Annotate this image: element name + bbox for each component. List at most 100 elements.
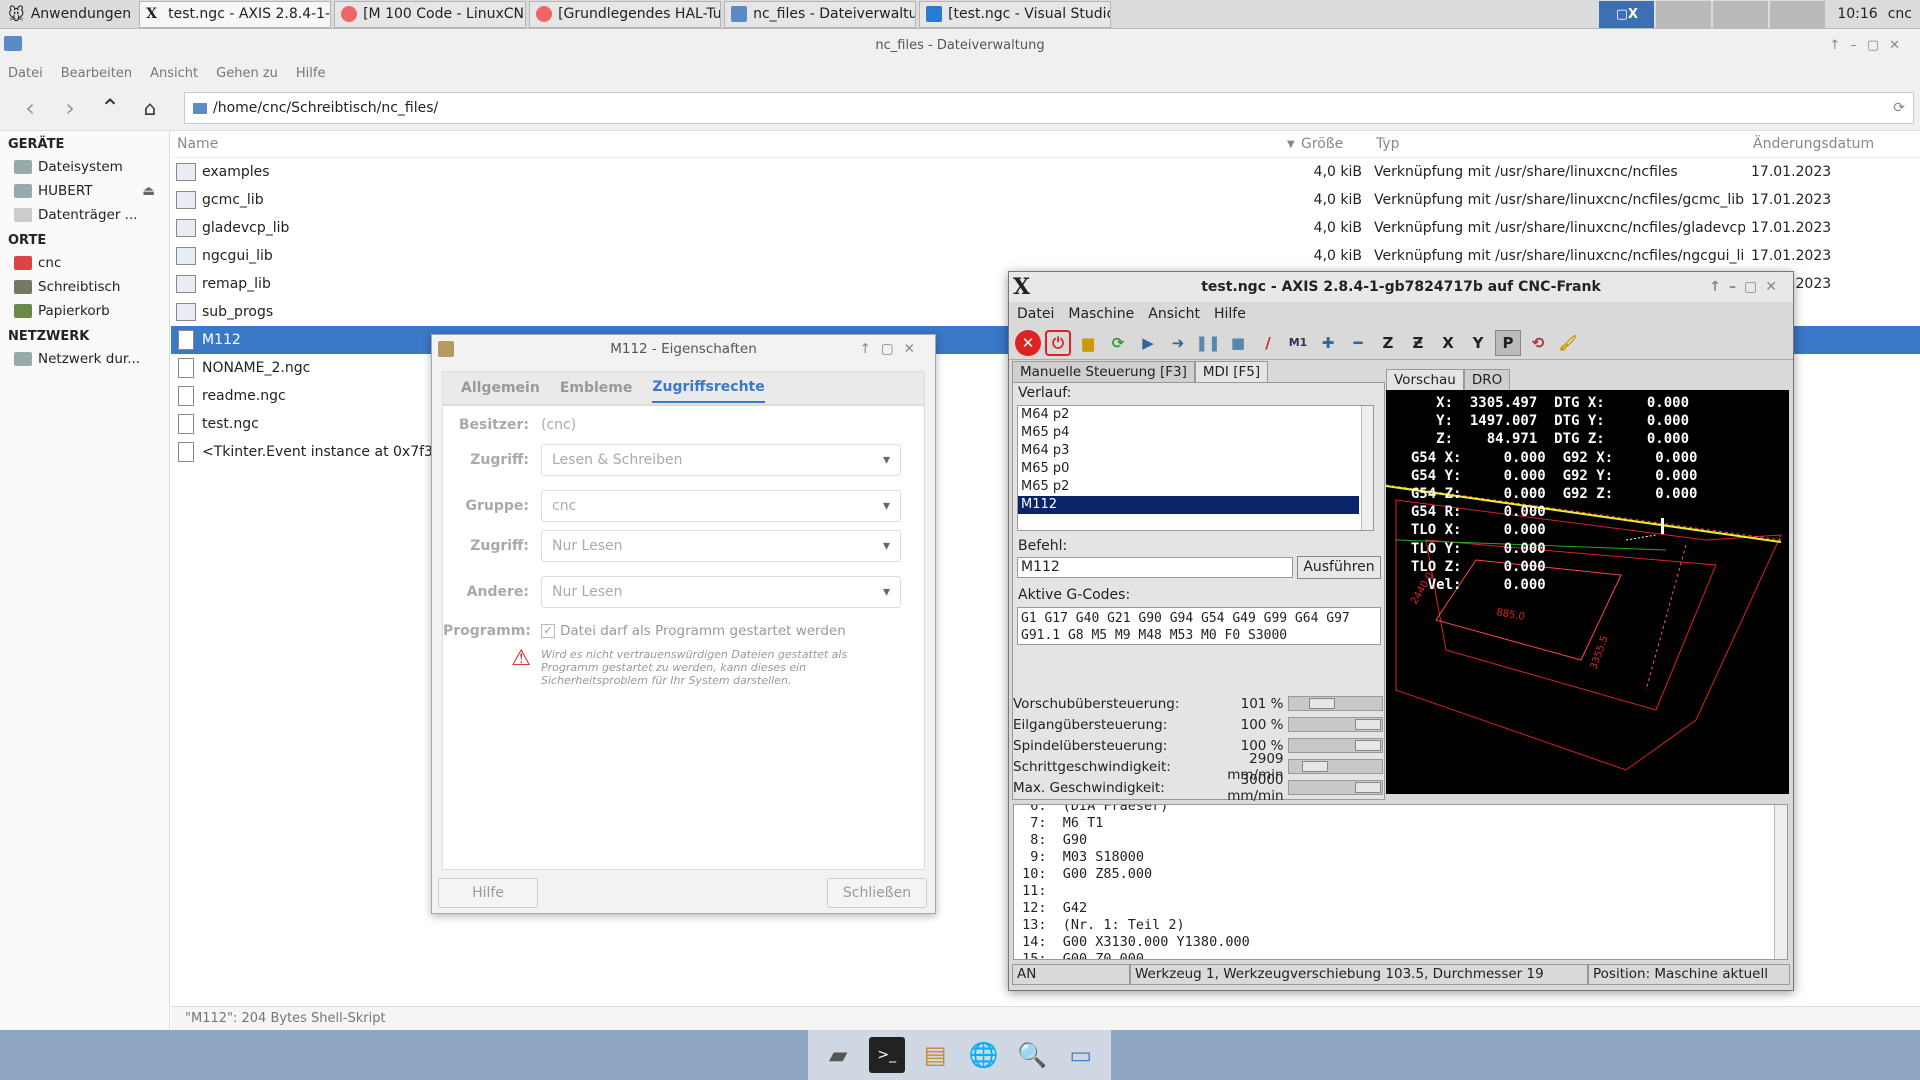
- override-slider[interactable]: [1287, 780, 1383, 795]
- power-icon[interactable]: ⏻: [1045, 329, 1071, 356]
- code-line[interactable]: 6: (DIA Fraeser): [1014, 805, 1787, 815]
- command-input[interactable]: M112: [1017, 557, 1293, 578]
- run-icon[interactable]: ▶: [1135, 330, 1161, 356]
- terminal-icon[interactable]: >_: [868, 1037, 905, 1073]
- clear-plot-icon[interactable]: 🖌: [1555, 330, 1581, 356]
- code-line[interactable]: 14: G00 X3130.000 Y1380.000: [1014, 934, 1787, 951]
- code-line[interactable]: 7: M6 T1: [1014, 815, 1787, 832]
- code-line[interactable]: 13: (Nr. 1: Teil 2): [1014, 917, 1787, 934]
- stop-icon[interactable]: ■: [1225, 330, 1251, 356]
- estop-icon[interactable]: ✕: [1015, 329, 1041, 356]
- applications-menu[interactable]: 🐭 Anwendungen: [0, 0, 139, 29]
- owner-access-select[interactable]: Lesen & Schreiben: [541, 444, 901, 476]
- user-name[interactable]: cnc: [1888, 6, 1912, 22]
- reload-icon[interactable]: ⟳: [1105, 330, 1131, 356]
- window-controls[interactable]: ↑▢✕: [860, 341, 925, 357]
- window-controls[interactable]: ↑–▢✕: [1709, 279, 1785, 295]
- code-scrollbar[interactable]: [1774, 805, 1787, 959]
- run-mdi-button[interactable]: Ausführen: [1297, 556, 1381, 579]
- view-y-icon[interactable]: Y: [1465, 330, 1491, 356]
- tab-dro[interactable]: DRO: [1463, 369, 1511, 390]
- file-cabinet-icon[interactable]: ▤: [917, 1037, 953, 1073]
- col-name[interactable]: Name: [171, 136, 1295, 152]
- axis-menu-datei[interactable]: Datei: [1017, 306, 1054, 322]
- override-slider[interactable]: [1287, 717, 1383, 732]
- back-icon[interactable]: ‹: [14, 92, 46, 124]
- sidebar-item-cnc[interactable]: cnc: [0, 251, 169, 275]
- task-axis[interactable]: Xtest.ngc - AXIS 2.8.4-1-...: [139, 0, 332, 28]
- history-scrollbar[interactable]: [1361, 406, 1373, 530]
- open-file-icon[interactable]: ▆: [1075, 330, 1101, 356]
- view-z-icon[interactable]: Z: [1375, 330, 1401, 356]
- preview-canvas[interactable]: 885.0 2440.0 3355.5 X: 3305.497 DTG X: 0…: [1385, 390, 1789, 794]
- col-type[interactable]: Typ: [1370, 136, 1747, 152]
- sidebar-item-datentraeger[interactable]: Datenträger ...: [0, 203, 169, 227]
- step-icon[interactable]: ➜: [1165, 330, 1191, 356]
- menu-ansicht[interactable]: Ansicht: [150, 66, 198, 81]
- up-icon[interactable]: ⌃: [94, 92, 126, 124]
- axis-menu-maschine[interactable]: Maschine: [1068, 306, 1134, 322]
- code-line[interactable]: 12: G42: [1014, 900, 1787, 917]
- code-line[interactable]: 10: G00 Z85.000: [1014, 866, 1787, 883]
- history-list[interactable]: M64 p2 M65 p4 M64 p3 M65 p0 M65 p2 M112: [1017, 405, 1374, 531]
- override-slider[interactable]: [1287, 759, 1383, 774]
- menu-gehen-zu[interactable]: Gehen zu: [216, 66, 278, 81]
- forward-icon[interactable]: ›: [54, 92, 86, 124]
- view-x-icon[interactable]: X: [1435, 330, 1461, 356]
- override-slider[interactable]: [1287, 696, 1383, 711]
- slider-knob[interactable]: [1354, 719, 1381, 730]
- close-button[interactable]: Schließen: [827, 878, 927, 908]
- folder-icon[interactable]: ▭: [1063, 1037, 1099, 1073]
- view-p-icon[interactable]: P: [1495, 329, 1521, 356]
- zoom-out-icon[interactable]: ━: [1345, 330, 1371, 356]
- slider-knob[interactable]: [1301, 761, 1328, 772]
- window-controls[interactable]: ↑–▢✕: [1829, 38, 1910, 53]
- history-item[interactable]: M64 p2: [1018, 406, 1373, 424]
- gcode-listing[interactable]: 6: (DIA Fraeser) 7: M6 T1 8: G90 9: M03 …: [1013, 804, 1788, 960]
- task-vscode[interactable]: [test.ngc - Visual Studio ...: [919, 0, 1112, 28]
- rotate-icon[interactable]: ⟲: [1525, 330, 1551, 356]
- view-z2-icon[interactable]: Ƶ: [1405, 330, 1431, 356]
- override-slider[interactable]: [1287, 738, 1383, 753]
- zoom-in-icon[interactable]: ✚: [1315, 330, 1341, 356]
- history-item[interactable]: M65 p4: [1018, 424, 1373, 442]
- code-line[interactable]: 8: G90: [1014, 832, 1787, 849]
- pause-icon[interactable]: ❚❚: [1195, 330, 1221, 356]
- code-line[interactable]: 11:: [1014, 883, 1787, 900]
- optional-stop-icon[interactable]: M1: [1285, 330, 1311, 356]
- workspace-4[interactable]: [1770, 0, 1826, 28]
- menu-bearbeiten[interactable]: Bearbeiten: [61, 66, 132, 81]
- axis-menu-hilfe[interactable]: Hilfe: [1214, 306, 1246, 322]
- path-field[interactable]: /home/cnc/Schreibtisch/nc_files/ ⟳: [184, 92, 1914, 124]
- task-filemanager[interactable]: nc_files - Dateiverwaltung: [724, 0, 917, 28]
- table-row[interactable]: gladevcp_lib 4,0 kiB Verknüpfung mit /usr/…: [171, 214, 1920, 242]
- tab-embleme[interactable]: Embleme: [560, 380, 633, 396]
- code-line[interactable]: 9: M03 S18000: [1014, 849, 1787, 866]
- table-row[interactable]: ngcgui_lib 4,0 kiB Verknüpfung mit /usr/sh…: [171, 242, 1920, 270]
- tab-manual[interactable]: Manuelle Steuerung [F3]: [1012, 361, 1195, 382]
- sidebar-item-schreibtisch[interactable]: Schreibtisch: [0, 275, 169, 299]
- workspace-1[interactable]: ▢X: [1599, 0, 1655, 28]
- task-browser-2[interactable]: [Grundlegendes HAL-Tut...: [529, 0, 722, 28]
- group-select[interactable]: cnc: [541, 490, 901, 522]
- menu-datei[interactable]: Datei: [8, 66, 43, 81]
- code-line[interactable]: 15: G00 Z0.000: [1014, 951, 1787, 959]
- block-delete-icon[interactable]: /: [1255, 330, 1281, 356]
- sidebar-item-hubert[interactable]: HUBERT ⏏: [0, 179, 169, 203]
- reload-icon[interactable]: ⟳: [1893, 100, 1905, 116]
- history-item[interactable]: M112: [1018, 496, 1359, 514]
- tab-vorschau[interactable]: Vorschau: [1386, 369, 1464, 390]
- col-size[interactable]: Größe: [1295, 136, 1370, 152]
- web-browser-icon[interactable]: 🌐: [966, 1037, 1002, 1073]
- workspace-2[interactable]: [1656, 0, 1712, 28]
- sidebar-item-papierkorb[interactable]: Papierkorb: [0, 299, 169, 323]
- tab-allgemein[interactable]: Allgemein: [461, 380, 540, 396]
- program-checkbox[interactable]: ✓: [541, 624, 555, 638]
- slider-knob[interactable]: [1354, 782, 1381, 793]
- history-item[interactable]: M65 p0: [1018, 460, 1373, 478]
- workspace-3[interactable]: [1713, 0, 1769, 28]
- history-item[interactable]: M65 p2: [1018, 478, 1373, 496]
- axis-menu-ansicht[interactable]: Ansicht: [1148, 306, 1200, 322]
- show-desktop-icon[interactable]: ▰: [820, 1037, 856, 1073]
- sidebar-item-network[interactable]: Netzwerk dur...: [0, 347, 169, 371]
